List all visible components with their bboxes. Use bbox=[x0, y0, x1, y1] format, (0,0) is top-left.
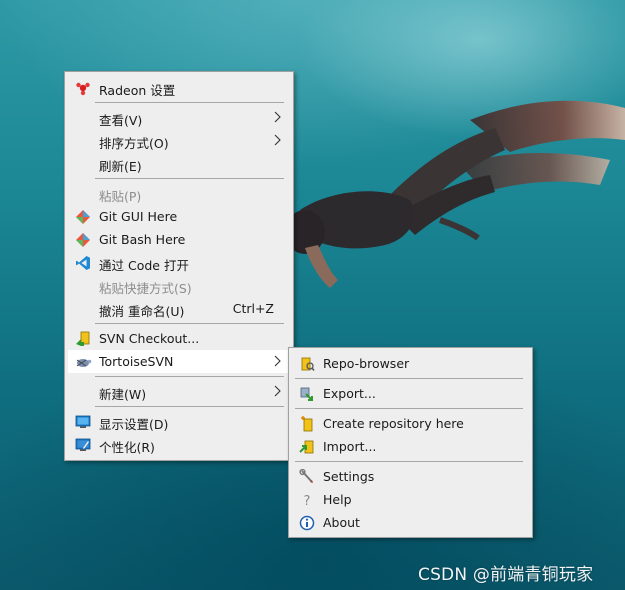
repo-browser-icon bbox=[298, 355, 316, 373]
settings-icon bbox=[298, 468, 316, 486]
menu-separator bbox=[295, 378, 523, 379]
menu-item-undo-rename[interactable]: 撤消 重命名(U) Ctrl+Z bbox=[68, 297, 290, 320]
menu-item-label: 通过 Code 打开 bbox=[99, 258, 189, 273]
watermark: CSDN @前端青铜玩家 bbox=[418, 565, 594, 585]
menu-item-label: 显示设置(D) bbox=[99, 417, 169, 432]
menu-separator bbox=[95, 406, 284, 407]
menu-item-label: About bbox=[323, 515, 360, 530]
personalize-icon bbox=[74, 436, 92, 454]
menu-item-label: Settings bbox=[323, 469, 375, 484]
chevron-right-icon bbox=[274, 134, 281, 146]
display-icon bbox=[74, 413, 92, 431]
menu-item-label: Git GUI Here bbox=[99, 209, 178, 224]
menu-item-label: 新建(W) bbox=[99, 387, 147, 402]
import-icon bbox=[298, 438, 316, 456]
chevron-right-icon bbox=[274, 355, 281, 367]
chevron-right-icon bbox=[274, 111, 281, 123]
menu-separator bbox=[95, 376, 284, 377]
desktop-context-menu: Radeon 设置 查看(V) 排序方式(O) 刷新(E) 粘贴(P) Git … bbox=[64, 71, 294, 461]
menu-item-label: Help bbox=[323, 492, 352, 507]
chevron-right-icon bbox=[274, 385, 281, 397]
help-icon: ? bbox=[298, 491, 316, 509]
menu-item-create-repository-here[interactable]: Create repository here bbox=[292, 412, 529, 435]
menu-item-label: 刷新(E) bbox=[99, 159, 142, 174]
menu-separator bbox=[295, 408, 523, 409]
menu-item-label: 粘贴(P) bbox=[99, 189, 142, 204]
menu-separator bbox=[95, 323, 284, 324]
tortoisesvn-icon bbox=[74, 353, 92, 371]
menu-separator bbox=[295, 461, 523, 462]
menu-item-view[interactable]: 查看(V) bbox=[68, 106, 290, 129]
menu-item-label: Radeon 设置 bbox=[99, 83, 176, 98]
menu-item-shortcut: Ctrl+Z bbox=[232, 301, 274, 316]
menu-item-label: Export... bbox=[323, 386, 376, 401]
menu-item-git-bash-here[interactable]: Git Bash Here bbox=[68, 228, 290, 251]
menu-item-label: Import... bbox=[323, 439, 377, 454]
about-icon bbox=[298, 514, 316, 532]
vscode-icon bbox=[74, 254, 92, 272]
tortoisesvn-submenu: Repo-browser Export... Create repository… bbox=[288, 347, 533, 538]
menu-item-label: 粘贴快捷方式(S) bbox=[99, 281, 192, 296]
export-icon bbox=[298, 385, 316, 403]
menu-item-label: TortoiseSVN bbox=[99, 354, 174, 369]
menu-item-label: 查看(V) bbox=[99, 113, 143, 128]
menu-item-label: 撤消 重命名(U) bbox=[99, 304, 185, 319]
menu-item-paste-shortcut: 粘贴快捷方式(S) bbox=[68, 274, 290, 297]
menu-item-paste: 粘贴(P) bbox=[68, 182, 290, 205]
menu-item-sort-by[interactable]: 排序方式(O) bbox=[68, 129, 290, 152]
git-icon bbox=[74, 208, 92, 226]
menu-item-repo-browser[interactable]: Repo-browser bbox=[292, 352, 529, 375]
git-icon bbox=[74, 231, 92, 249]
svn-checkout-icon bbox=[74, 330, 92, 348]
menu-item-git-gui-here[interactable]: Git GUI Here bbox=[68, 205, 290, 228]
menu-item-display-settings[interactable]: 显示设置(D) bbox=[68, 410, 290, 433]
menu-item-export[interactable]: Export... bbox=[292, 382, 529, 405]
radeon-icon bbox=[74, 79, 92, 97]
menu-item-label: 个性化(R) bbox=[99, 440, 155, 455]
menu-item-refresh[interactable]: 刷新(E) bbox=[68, 152, 290, 175]
svg-text:?: ? bbox=[304, 494, 311, 508]
menu-item-label: Git Bash Here bbox=[99, 232, 186, 247]
menu-item-import[interactable]: Import... bbox=[292, 435, 529, 458]
menu-item-open-with-code[interactable]: 通过 Code 打开 bbox=[68, 251, 290, 274]
menu-separator bbox=[95, 178, 284, 179]
menu-item-personalize[interactable]: 个性化(R) bbox=[68, 433, 290, 456]
menu-item-radeon-settings[interactable]: Radeon 设置 bbox=[68, 76, 290, 99]
create-repo-icon bbox=[298, 415, 316, 433]
menu-item-help[interactable]: ? Help bbox=[292, 488, 529, 511]
menu-separator bbox=[95, 102, 284, 103]
menu-item-label: Repo-browser bbox=[323, 356, 410, 371]
menu-item-label: 排序方式(O) bbox=[99, 136, 169, 151]
menu-item-new[interactable]: 新建(W) bbox=[68, 380, 290, 403]
menu-item-svn-checkout[interactable]: SVN Checkout... bbox=[68, 327, 290, 350]
menu-item-tortoisesvn[interactable]: TortoiseSVN bbox=[68, 350, 290, 373]
menu-item-label: Create repository here bbox=[323, 416, 464, 431]
menu-item-label: SVN Checkout... bbox=[99, 331, 200, 346]
menu-item-about[interactable]: About bbox=[292, 511, 529, 534]
menu-item-settings[interactable]: Settings bbox=[292, 465, 529, 488]
